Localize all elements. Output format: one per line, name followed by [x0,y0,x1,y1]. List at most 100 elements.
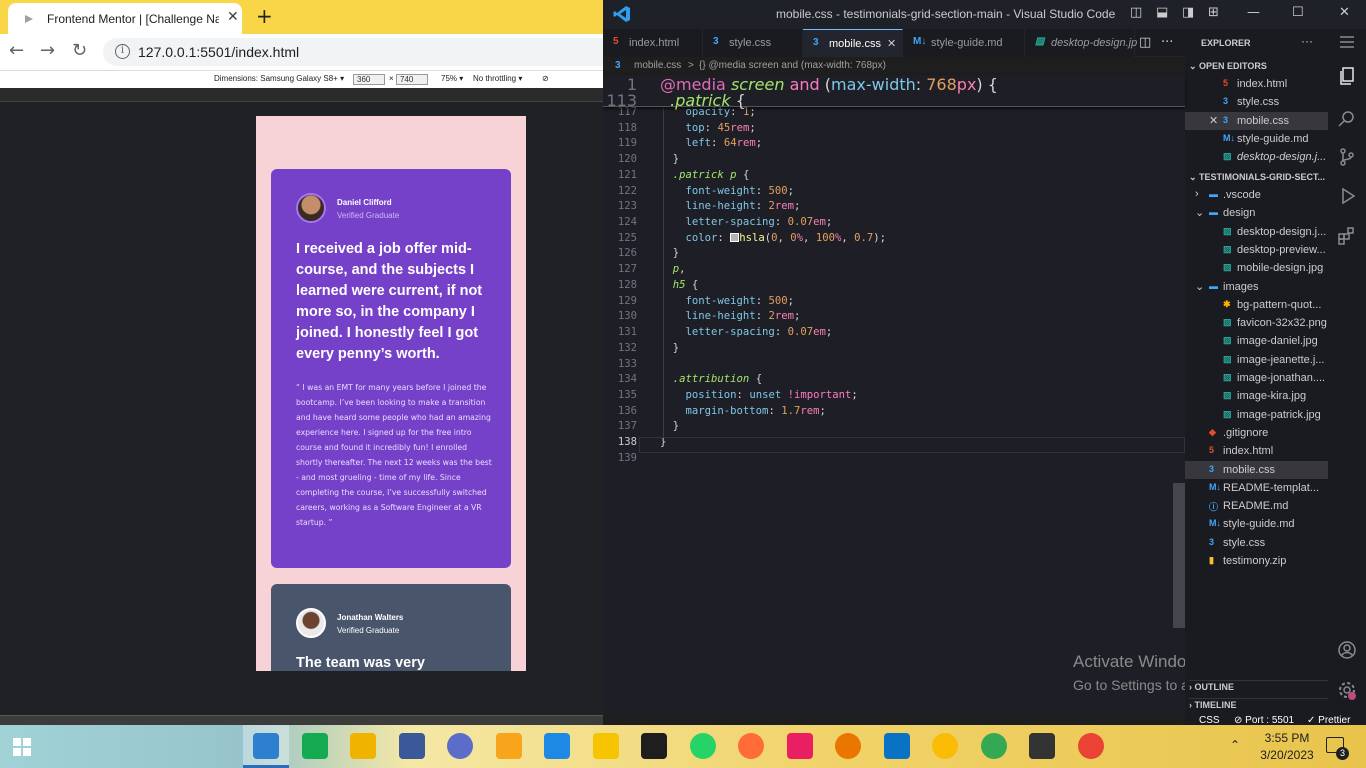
chevron-up-icon[interactable]: ⌃ [1230,738,1240,752]
code-line[interactable]: 113 .patrick { [603,91,1185,110]
explorer-item[interactable]: ▨ image-jeanette.j... [1185,351,1328,369]
blender-icon[interactable] [835,733,861,759]
close-tab-icon[interactable]: ✕ [227,9,239,25]
tab-desktop-design[interactable]: ▨ desktop-design.jp [1025,29,1137,57]
code-line[interactable]: 1 @media screen and (max-width: 768px) { [603,75,1185,94]
code-line[interactable]: 124 letter-spacing: 0.07em; [603,216,1185,232]
code-line[interactable]: 128 h5 { [603,279,1185,295]
code-line[interactable]: 139 [603,452,1185,468]
explorer-icon[interactable] [1337,66,1357,86]
explorer-item[interactable]: ▨ desktop-design.j... [1185,148,1328,166]
forward-icon[interactable]: → [40,40,55,61]
calendar-icon[interactable] [398,733,425,759]
tab-index-html[interactable]: 5 index.html [603,29,703,57]
file-explorer-icon[interactable] [350,733,376,759]
code-line[interactable]: 125 color: hsla(0, 0%, 100%, 0.7); [603,232,1185,248]
sticky-scroll[interactable]: 1 @media screen and (max-width: 768px) {1… [603,75,1185,110]
explorer-item[interactable]: M↓ style-guide.md [1185,130,1328,148]
explorer-item[interactable]: ⌄ ▬ images [1185,278,1328,296]
device-dimensions-select[interactable]: Dimensions: Samsung Galaxy S8+ ▾ [214,74,344,83]
account-icon[interactable] [1337,640,1357,660]
close-tab-icon[interactable]: ✕ [887,37,896,50]
explorer-item[interactable]: ✕ 3 mobile.css [1185,111,1328,130]
code-line[interactable]: 121 .patrick p { [603,169,1185,185]
new-tab-icon[interactable]: + [256,4,273,28]
taskbar-clock[interactable]: 3:55 PM 3/20/2023 [1252,730,1322,764]
code-line[interactable]: 136 margin-bottom: 1.7rem; [603,405,1185,421]
search-icon[interactable] [1337,109,1357,129]
breadcrumb-file[interactable]: mobile.css [634,60,681,71]
chrome-dev-icon[interactable] [980,733,1007,759]
vscode-icon[interactable] [253,733,279,759]
toggle-panel-icon[interactable]: ⬓ [1156,5,1168,20]
code-line[interactable]: 122 font-weight: 500; [603,185,1185,201]
menu-icon[interactable] [1337,32,1357,52]
explorer-item[interactable]: 3 style.css [1185,534,1328,552]
explorer-item[interactable]: › ▬ .vscode [1185,186,1328,204]
reload-icon[interactable]: ↻ [72,40,87,61]
toggle-secondary-sidebar-icon[interactable]: ◨ [1182,5,1194,20]
more-actions-icon[interactable]: ··· [1161,35,1173,50]
editor-scrollbar[interactable] [1173,483,1185,628]
explorer-more-icon[interactable]: ··· [1301,34,1313,48]
explorer-item[interactable]: M↓ style-guide.md [1185,515,1328,533]
explorer-item[interactable]: 3 style.css [1185,93,1328,111]
browser-icon[interactable] [447,733,473,759]
tab-style-css[interactable]: 3 style.css [703,29,803,57]
explorer-item[interactable]: 5 index.html [1185,75,1328,93]
tab-style-guide-md[interactable]: M↓ style-guide.md [903,29,1025,57]
site-info-icon[interactable]: i [115,44,130,59]
source-control-icon[interactable] [1337,147,1357,167]
project-header[interactable]: ⌄ TESTIMONIALS-GRID-SECT... [1189,172,1325,183]
explorer-item[interactable]: ▮ testimony.zip [1185,552,1328,570]
app-icon-2[interactable] [1029,733,1055,759]
explorer-item[interactable]: ✱ bg-pattern-quot... [1185,296,1328,314]
maximize-icon[interactable]: ☐ [1292,5,1304,20]
affinity-icon[interactable] [544,733,570,759]
device-height-input[interactable]: 740 [396,74,428,85]
sticky-notes-icon[interactable] [592,733,619,759]
tab-mobile-css[interactable]: 3 mobile.css ✕ [803,29,903,57]
explorer-item[interactable]: ▨ image-jonathan.... [1185,369,1328,387]
explorer-item[interactable]: ▨ image-daniel.jpg [1185,332,1328,350]
code-line[interactable]: 118 top: 45rem; [603,122,1185,138]
terminal-icon[interactable] [641,733,667,759]
code-line[interactable]: 127 p, [603,263,1185,279]
explorer-item[interactable]: 5 index.html [1185,442,1328,460]
explorer-item[interactable]: ▨ mobile-design.jpg [1185,259,1328,277]
explorer-item[interactable]: ▨ desktop-design.j... [1185,223,1328,241]
explorer-item[interactable]: M↓ README-templat... [1185,479,1328,497]
outline-header[interactable]: › OUTLINE [1189,680,1332,692]
app-icon[interactable] [786,733,813,759]
explorer-item[interactable]: 3 mobile.css [1185,460,1328,479]
explorer-item[interactable]: ▨ desktop-preview... [1185,241,1328,259]
throttling-select[interactable]: No throttling ▾ [473,74,522,83]
code-line[interactable]: 120 } [603,153,1185,169]
explorer-item[interactable]: ⓘ README.md [1185,497,1328,515]
windows-start-icon[interactable] [12,737,32,757]
back-icon[interactable]: ← [9,40,24,61]
explorer-item[interactable]: ◆ .gitignore [1185,424,1328,442]
whatsapp-icon[interactable] [689,733,716,759]
chrome-icon[interactable] [932,733,958,759]
code-line[interactable]: 137 } [603,420,1185,436]
code-line[interactable]: 123 line-height: 2rem; [603,200,1185,216]
split-editor-icon[interactable]: ◫ [1139,35,1151,50]
mongodb-icon[interactable] [301,733,328,759]
code-editor[interactable]: 117 opacity: 1; 118 top: 45rem; 119 left: … [603,75,1185,715]
toggle-primary-sidebar-icon[interactable]: ◫ [1130,5,1142,20]
code-line[interactable]: 130 line-height: 2rem; [603,310,1185,326]
rotate-icon[interactable]: ⊘ [542,74,549,83]
postman-icon[interactable] [738,733,764,759]
code-line[interactable]: 131 letter-spacing: 0.07em; [603,326,1185,342]
browser-tab[interactable]: Frontend Mentor | [Challenge Na ✕ [8,3,242,34]
explorer-item[interactable]: ▨ favicon-32x32.png [1185,314,1328,332]
run-debug-icon[interactable] [1337,186,1357,206]
timeline-header[interactable]: › TIMELINE [1189,698,1332,710]
code-line[interactable]: 119 left: 64rem; [603,137,1185,153]
code-line[interactable]: 129 font-weight: 500; [603,295,1185,311]
chrome-canary-icon[interactable] [1077,733,1104,759]
explorer-item[interactable]: ▨ image-kira.jpg [1185,387,1328,405]
explorer-item[interactable]: ⌄ ▬ design [1185,204,1328,222]
code-line[interactable]: 132 } [603,342,1185,358]
